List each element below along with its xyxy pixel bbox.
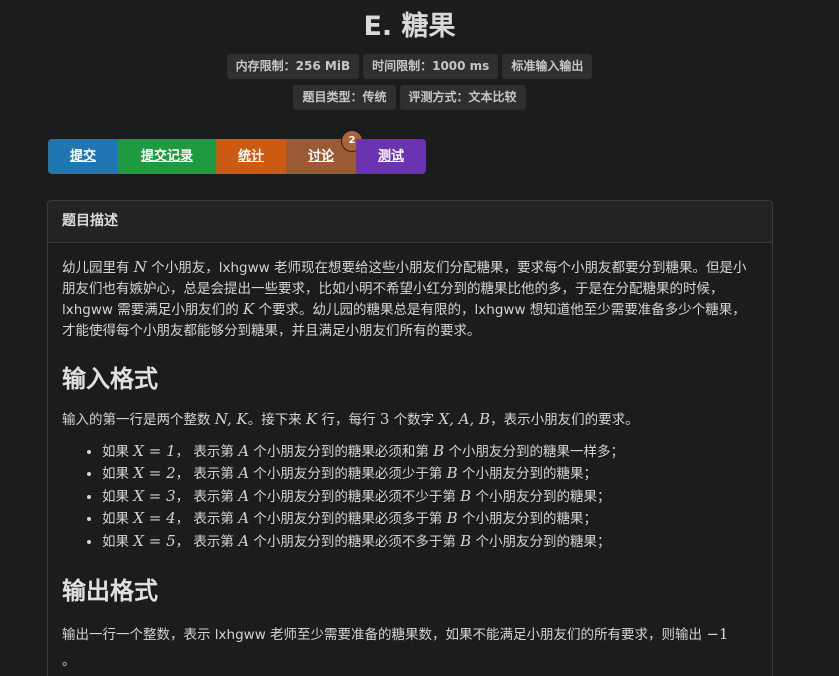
description-text-1: 幼儿园里有 <box>62 260 134 276</box>
memory-limit-label: 内存限制：256 MiB <box>226 54 360 79</box>
math-a: A <box>238 464 250 482</box>
math-k: K <box>243 300 255 318</box>
rule-text: 个小朋友分到的糖果必须多于第 <box>249 511 447 527</box>
list-item: 如果 X = 4， 表示第 A 个小朋友分到的糖果必须多于第 B 个小朋友分到的… <box>102 508 758 531</box>
math-minus-one: −1 <box>706 625 729 643</box>
rule-suffix: 个小朋友分到的糖果； <box>471 488 611 505</box>
judge-mode-label: 评测方式：文本比较 <box>399 85 526 110</box>
output-format-heading: 输出格式 <box>62 577 158 605</box>
input-text-1: 输入的第一行是两个整数 <box>62 412 215 428</box>
rule-text: 个小朋友分到的糖果必须和第 <box>249 443 434 460</box>
statistics-button[interactable]: 统计 <box>216 139 286 174</box>
rule-suffix: 个小朋友分到的糖果； <box>457 511 597 527</box>
output-format-paragraph: 输出一行一个整数，表示 lxhgww 老师至少需要准备的糖果数，如果不能满足小朋… <box>62 621 758 674</box>
math-b: B <box>433 441 445 460</box>
rule-condition: X = 1 <box>133 441 176 460</box>
math-a: A <box>238 509 250 527</box>
limits-row: 内存限制：256 MiB 时间限制：1000 ms 标准输入输出 <box>0 54 819 79</box>
discussion-button-label: 讨论 <box>307 149 334 164</box>
input-text-5: ，表示小朋友们的要求。 <box>490 412 639 428</box>
rule-condition: X = 4 <box>133 509 176 527</box>
action-button-bar: 提交 提交记录 统计 讨论 2 测试 <box>48 131 426 174</box>
list-item: 如果 X = 3， 表示第 A 个小朋友分到的糖果必须不少于第 B 个小朋友分到… <box>102 486 758 509</box>
math-k-lines: K <box>306 410 318 428</box>
io-mode-label: 标准输入输出 <box>502 54 593 79</box>
rule-text: ， 表示第 <box>175 533 239 550</box>
type-row: 题目类型：传统 评测方式：文本比较 <box>0 85 819 110</box>
rules-list: 如果 X = 1， 表示第 A 个小朋友分到的糖果必须和第 B 个小朋友分到的糖… <box>62 441 758 554</box>
list-item: 如果 X = 1， 表示第 A 个小朋友分到的糖果必须和第 B 个小朋友分到的糖… <box>102 441 758 464</box>
input-text-3: 行，每行 <box>317 412 380 428</box>
math-b: B <box>460 531 472 550</box>
math-a: A <box>238 441 250 460</box>
list-item: 如果 X = 5， 表示第 A 个小朋友分到的糖果必须不多于第 B 个小朋友分到… <box>102 531 758 554</box>
rule-prefix: 如果 <box>102 443 134 460</box>
submission-records-button[interactable]: 提交记录 <box>118 139 216 174</box>
problem-statement-card: 题目描述 幼儿园里有 N 个小朋友，lxhgww 老师现在想要给这些小朋友们分配… <box>47 200 773 676</box>
problem-page: E. 糖果 内存限制：256 MiB 时间限制：1000 ms 标准输入输出 题… <box>0 0 839 676</box>
math-b: B <box>446 509 458 527</box>
discussion-button[interactable]: 讨论 2 <box>286 131 362 174</box>
math-x-a-b: X, A, B <box>438 410 491 428</box>
submit-button[interactable]: 提交 <box>48 139 118 174</box>
math-b: B <box>460 486 472 505</box>
rule-prefix: 如果 <box>102 488 134 505</box>
input-text-4: 个数字 <box>389 412 439 428</box>
rule-prefix: 如果 <box>102 533 134 550</box>
rule-text: ， 表示第 <box>175 488 239 505</box>
rule-text: 个小朋友分到的糖果必须不多于第 <box>249 533 461 550</box>
rule-text: 个小朋友分到的糖果必须少于第 <box>249 466 447 482</box>
rule-prefix: 如果 <box>102 511 134 527</box>
rule-text: ， 表示第 <box>175 511 239 527</box>
math-a: A <box>238 531 250 550</box>
rule-condition: X = 5 <box>133 531 176 550</box>
list-item: 如果 X = 2， 表示第 A 个小朋友分到的糖果必须少于第 B 个小朋友分到的… <box>102 463 758 486</box>
math-a: A <box>238 486 250 505</box>
math-n-k: N, K <box>214 410 248 428</box>
input-format-paragraph: 输入的第一行是两个整数 N, K。接下来 K 行，每行 3 个数字 X, A, … <box>62 409 758 431</box>
rule-suffix: 个小朋友分到的糖果； <box>471 533 611 550</box>
rule-prefix: 如果 <box>102 466 134 482</box>
rule-text: 个小朋友分到的糖果必须不少于第 <box>249 488 461 505</box>
time-limit-label: 时间限制：1000 ms <box>363 54 499 79</box>
rule-suffix: 个小朋友分到的糖果； <box>457 466 597 482</box>
rule-condition: X = 3 <box>133 486 176 505</box>
rule-text: ， 表示第 <box>175 466 239 482</box>
math-b: B <box>446 464 458 482</box>
math-n: N <box>133 258 147 276</box>
rule-suffix: 个小朋友分到的糖果一样多； <box>444 443 624 460</box>
rule-text: ， 表示第 <box>175 443 239 460</box>
card-header-title: 题目描述 <box>48 201 772 243</box>
test-button[interactable]: 测试 <box>356 139 426 174</box>
math-three: 3 <box>379 410 390 428</box>
output-text-2: 。 <box>62 653 76 669</box>
description-paragraph: 幼儿园里有 N 个小朋友，lxhgww 老师现在想要给这些小朋友们分配糖果，要求… <box>62 257 758 341</box>
input-text-2: 。接下来 <box>247 412 307 428</box>
problem-type-label: 题目类型：传统 <box>293 85 396 110</box>
card-body: 幼儿园里有 N 个小朋友，lxhgww 老师现在想要给这些小朋友们分配糖果，要求… <box>48 243 772 674</box>
rule-condition: X = 2 <box>133 464 176 482</box>
output-text-1: 输出一行一个整数，表示 lxhgww 老师至少需要准备的糖果数，如果不能满足小朋… <box>62 627 707 643</box>
input-format-heading: 输入格式 <box>62 365 158 393</box>
problem-title: E. 糖果 <box>363 11 456 42</box>
